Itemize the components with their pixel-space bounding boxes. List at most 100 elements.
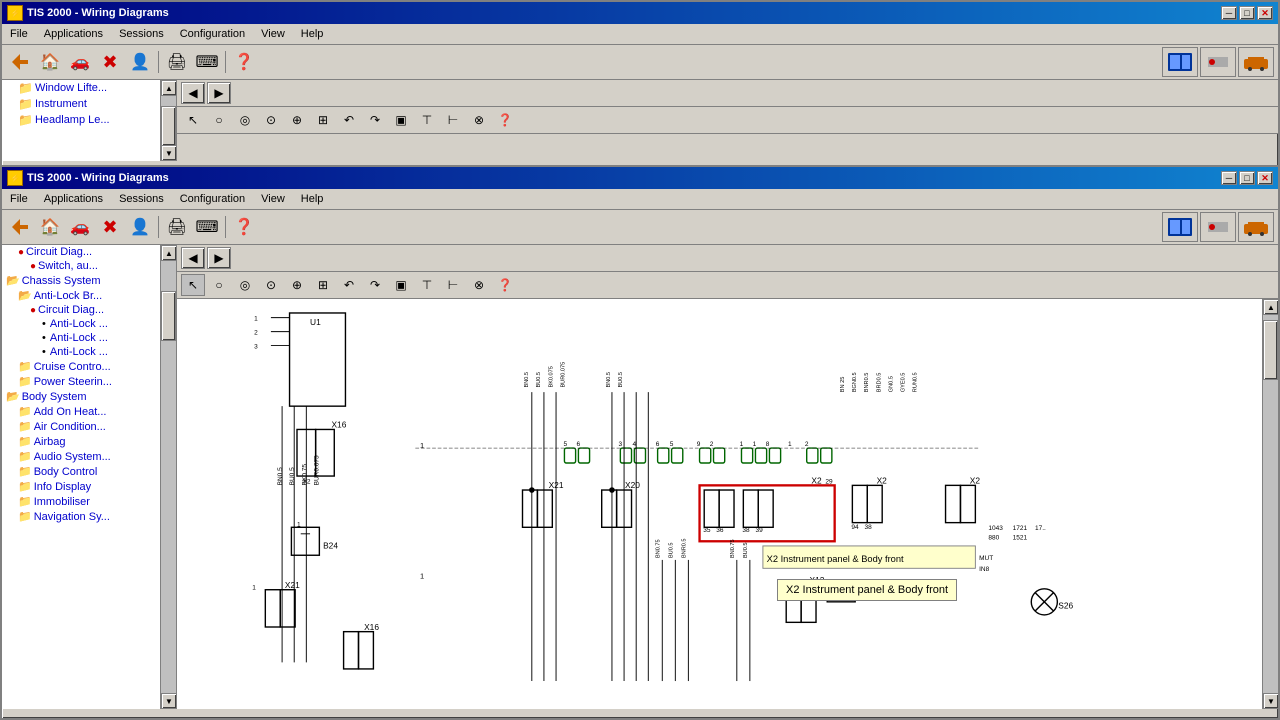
sidebar-link-window-lifter[interactable]: Window Lifte...: [35, 82, 107, 94]
sidebar-item-chassis[interactable]: 📂 Chassis System: [2, 273, 176, 288]
menu-help-2[interactable]: Help: [293, 191, 332, 207]
home-btn-2[interactable]: 🏠: [36, 214, 64, 240]
title-bar-1[interactable]: ⚡ TIS 2000 - Wiring Diagrams ─ □ ✕: [2, 2, 1278, 24]
menu-applications-2[interactable]: Applications: [36, 191, 111, 207]
close-btn-2[interactable]: ✕: [1257, 171, 1273, 185]
sidebar-link-add-on-heat[interactable]: Add On Heat...: [34, 406, 107, 418]
scroll-up-1[interactable]: ▲: [161, 80, 177, 96]
select-tool-2[interactable]: ↖: [181, 274, 205, 296]
sidebar-scrollbar-2[interactable]: ▲ ▼: [160, 245, 176, 709]
sidebar-link-headlamp[interactable]: Headlamp Le...: [35, 114, 110, 126]
back-btn-1[interactable]: [6, 49, 34, 75]
sidebar-link-instrument[interactable]: Instrument: [35, 98, 87, 110]
measure-tool-2[interactable]: ⊞: [311, 274, 335, 296]
menu-configuration-2[interactable]: Configuration: [172, 191, 253, 207]
stop-btn-2[interactable]: ✖: [96, 214, 124, 240]
sidebar-link-anti-lock-2[interactable]: Anti-Lock ...: [50, 332, 108, 344]
person-btn-2[interactable]: 👤: [126, 214, 154, 240]
menu-file-1[interactable]: File: [2, 26, 36, 42]
back2-tool-2[interactable]: ↶: [337, 274, 361, 296]
back-btn-2[interactable]: [6, 214, 34, 240]
print-btn-1[interactable]: 🖨: [163, 49, 191, 75]
sidebar-link-cruise[interactable]: Cruise Contro...: [34, 361, 111, 373]
signal-tool-2[interactable]: ⊗: [467, 274, 491, 296]
icon-right-3[interactable]: [1238, 47, 1274, 77]
target-tool-2[interactable]: ⊕: [285, 274, 309, 296]
nav-left-2[interactable]: ◀: [181, 247, 205, 269]
sidebar-item-circuit-diag[interactable]: ● Circuit Diag...: [2, 245, 176, 259]
scroll-down-1[interactable]: ▼: [161, 145, 177, 161]
person-btn-1[interactable]: 👤: [126, 49, 154, 75]
sidebar-link-anti-lock-1[interactable]: Anti-Lock ...: [50, 318, 108, 330]
minimize-btn-1[interactable]: ─: [1221, 6, 1237, 20]
sidebar-link-body-system[interactable]: Body System: [22, 391, 87, 403]
signal-tool-1[interactable]: ⊗: [467, 109, 491, 131]
horiz-tool-1[interactable]: ⊢: [441, 109, 465, 131]
menu-help-1[interactable]: Help: [293, 26, 332, 42]
sidebar-link-switch[interactable]: Switch, au...: [38, 260, 98, 272]
sidebar-item-cruise[interactable]: 📁 Cruise Contro...: [2, 359, 176, 374]
area-tool-2[interactable]: ▣: [389, 274, 413, 296]
sidebar-item-body-control[interactable]: 📁 Body Control: [2, 464, 176, 479]
sidebar-link-info-display[interactable]: Info Display: [34, 481, 91, 493]
sidebar-item-circuit-diag-2[interactable]: ● Circuit Diag...: [2, 303, 176, 317]
vert-tool-2[interactable]: ⊤: [415, 274, 439, 296]
menu-configuration-1[interactable]: Configuration: [172, 26, 253, 42]
nav-right-2[interactable]: ▶: [207, 247, 231, 269]
sidebar-item-navigation[interactable]: 📁 Navigation Sy...: [2, 509, 176, 524]
keyboard-btn-1[interactable]: ⌨: [193, 49, 221, 75]
sidebar-scrollbar-1[interactable]: ▲ ▼: [160, 80, 176, 161]
icon-right-1[interactable]: [1162, 47, 1198, 77]
sidebar-item-headlamp[interactable]: 📁 Headlamp Le...: [2, 112, 176, 128]
scroll-down-2[interactable]: ▼: [161, 693, 177, 709]
maximize-btn-1[interactable]: □: [1239, 6, 1255, 20]
help-btn-1[interactable]: ❓: [230, 49, 258, 75]
nav-right-1[interactable]: ▶: [207, 82, 231, 104]
menu-file-2[interactable]: File: [2, 191, 36, 207]
icon-right-5[interactable]: [1200, 212, 1236, 242]
select-tool-1[interactable]: ↖: [181, 109, 205, 131]
sidebar-item-body-system[interactable]: 📂 Body System: [2, 389, 176, 404]
menu-sessions-2[interactable]: Sessions: [111, 191, 172, 207]
area-tool-1[interactable]: ▣: [389, 109, 413, 131]
sidebar-item-anti-lock[interactable]: 📂 Anti-Lock Br...: [2, 288, 176, 303]
minimize-btn-2[interactable]: ─: [1221, 171, 1237, 185]
close-btn-1[interactable]: ✕: [1257, 6, 1273, 20]
back2-tool-1[interactable]: ↶: [337, 109, 361, 131]
sidebar-link-air-cond[interactable]: Air Condition...: [34, 421, 106, 433]
forward2-tool-1[interactable]: ↷: [363, 109, 387, 131]
menu-view-2[interactable]: View: [253, 191, 293, 207]
sidebar-item-air-cond[interactable]: 📁 Air Condition...: [2, 419, 176, 434]
help-tool-1[interactable]: ❓: [493, 109, 517, 131]
target-tool-1[interactable]: ⊕: [285, 109, 309, 131]
diag-scroll-down[interactable]: ▼: [1263, 693, 1278, 709]
help-tool-2[interactable]: ❓: [493, 274, 517, 296]
sidebar-link-anti-lock-3[interactable]: Anti-Lock ...: [50, 346, 108, 358]
circle3-tool-2[interactable]: ⊙: [259, 274, 283, 296]
sidebar-link-immobiliser[interactable]: Immobiliser: [34, 496, 90, 508]
scroll-up-2[interactable]: ▲: [161, 245, 177, 261]
keyboard-btn-2[interactable]: ⌨: [193, 214, 221, 240]
menu-sessions-1[interactable]: Sessions: [111, 26, 172, 42]
sidebar-item-add-on-heat[interactable]: 📁 Add On Heat...: [2, 404, 176, 419]
nav-left-1[interactable]: ◀: [181, 82, 205, 104]
sidebar-item-power-steering[interactable]: 📁 Power Steerin...: [2, 374, 176, 389]
sidebar-item-anti-lock-1[interactable]: • Anti-Lock ...: [2, 317, 176, 331]
icon-right-4[interactable]: [1162, 212, 1198, 242]
sidebar-link-airbag[interactable]: Airbag: [34, 436, 66, 448]
circle-tool-2[interactable]: ○: [207, 274, 231, 296]
car-btn-1[interactable]: 🚗: [66, 49, 94, 75]
sidebar-item-info-display[interactable]: 📁 Info Display: [2, 479, 176, 494]
sidebar-item-anti-lock-3[interactable]: • Anti-Lock ...: [2, 345, 176, 359]
sidebar-link-audio[interactable]: Audio System...: [34, 451, 111, 463]
diagram-canvas[interactable]: U1 1 2 3 BN0.5 BU0.5 BK0.75 BUR0.075 X16: [177, 299, 1278, 709]
circle2-tool-1[interactable]: ◎: [233, 109, 257, 131]
stop-btn-1[interactable]: ✖: [96, 49, 124, 75]
sidebar-item-anti-lock-2[interactable]: • Anti-Lock ...: [2, 331, 176, 345]
measure-tool-1[interactable]: ⊞: [311, 109, 335, 131]
diag-scroll-thumb[interactable]: [1263, 320, 1278, 380]
sidebar-item-airbag[interactable]: 📁 Airbag: [2, 434, 176, 449]
sidebar-link-anti-lock[interactable]: Anti-Lock Br...: [34, 290, 102, 302]
diagram-scrollbar[interactable]: ▲ ▼: [1262, 299, 1278, 709]
sidebar-item-audio[interactable]: 📁 Audio System...: [2, 449, 176, 464]
